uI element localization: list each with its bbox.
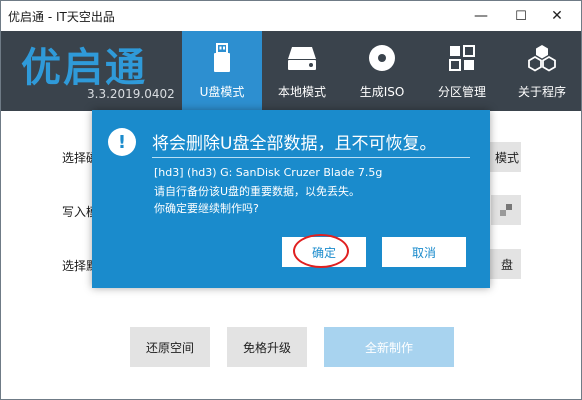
disk-button-label: 盘 xyxy=(500,257,513,272)
maximize-button[interactable]: ☐ xyxy=(501,1,541,31)
close-button[interactable]: ✕ xyxy=(537,1,577,31)
tab-label: 生成ISO xyxy=(359,85,405,99)
dialog-title: 将会删除U盘全部数据，且不可恢复。 xyxy=(152,134,437,154)
app-logo: 优启通 xyxy=(21,45,147,91)
tab-generate-iso[interactable]: 生成ISO xyxy=(342,31,422,111)
tab-label: 本地模式 xyxy=(277,85,326,99)
dialog-divider xyxy=(152,157,470,158)
version-label: 3.3.2019.0402 xyxy=(87,87,175,101)
settings-button[interactable] xyxy=(491,195,521,225)
expand-icon xyxy=(500,204,512,216)
tab-local-mode[interactable]: 本地模式 xyxy=(262,31,342,111)
tab-usb-mode[interactable]: U盘模式 xyxy=(182,31,262,111)
highlight-circle xyxy=(293,234,349,268)
backup-hint: 请自行备份该U盘的重要数据，以免丢失。 xyxy=(154,185,361,198)
title-bar: 优启通 - IT天空出品 — ☐ ✕ xyxy=(1,1,581,31)
tab-label: 关于程序 xyxy=(517,85,566,99)
window-title: 优启通 - IT天空出品 xyxy=(8,10,115,24)
create-new-button[interactable]: 全新制作 xyxy=(324,327,454,367)
grid-icon xyxy=(447,43,477,73)
restore-space-button[interactable]: 还原空间 xyxy=(130,327,210,367)
tab-about[interactable]: 关于程序 xyxy=(502,31,582,111)
tab-label: 分区管理 xyxy=(437,85,486,99)
minimize-button[interactable]: — xyxy=(461,1,501,31)
confirm-dialog: ! 将会删除U盘全部数据，且不可恢复。 [hd3] (hd3) G: SanDi… xyxy=(92,110,490,288)
cancel-button[interactable]: 取消 xyxy=(382,237,466,267)
device-info: [hd3] (hd3) G: SanDisk Cruzer Blade 7.5g xyxy=(154,166,383,179)
app-window: 优启通 - IT天空出品 — ☐ ✕ 优启通 3.3.2019.0402 U盘模… xyxy=(0,0,582,400)
warning-icon: ! xyxy=(108,128,136,156)
confirm-question: 你确定要继续制作吗? xyxy=(154,202,259,215)
tab-partition-manager[interactable]: 分区管理 xyxy=(422,31,502,111)
tab-label: U盘模式 xyxy=(199,85,245,99)
upgrade-button[interactable]: 免格升级 xyxy=(227,327,307,367)
disc-icon xyxy=(367,43,397,73)
usb-drive-icon xyxy=(207,43,237,73)
mode-button-label: 模式 xyxy=(494,150,519,165)
cubes-icon xyxy=(527,43,557,73)
hard-disk-icon xyxy=(287,43,317,73)
app-header: 优启通 3.3.2019.0402 U盘模式 本地模式 生成ISO 分区管理 关… xyxy=(1,31,581,111)
